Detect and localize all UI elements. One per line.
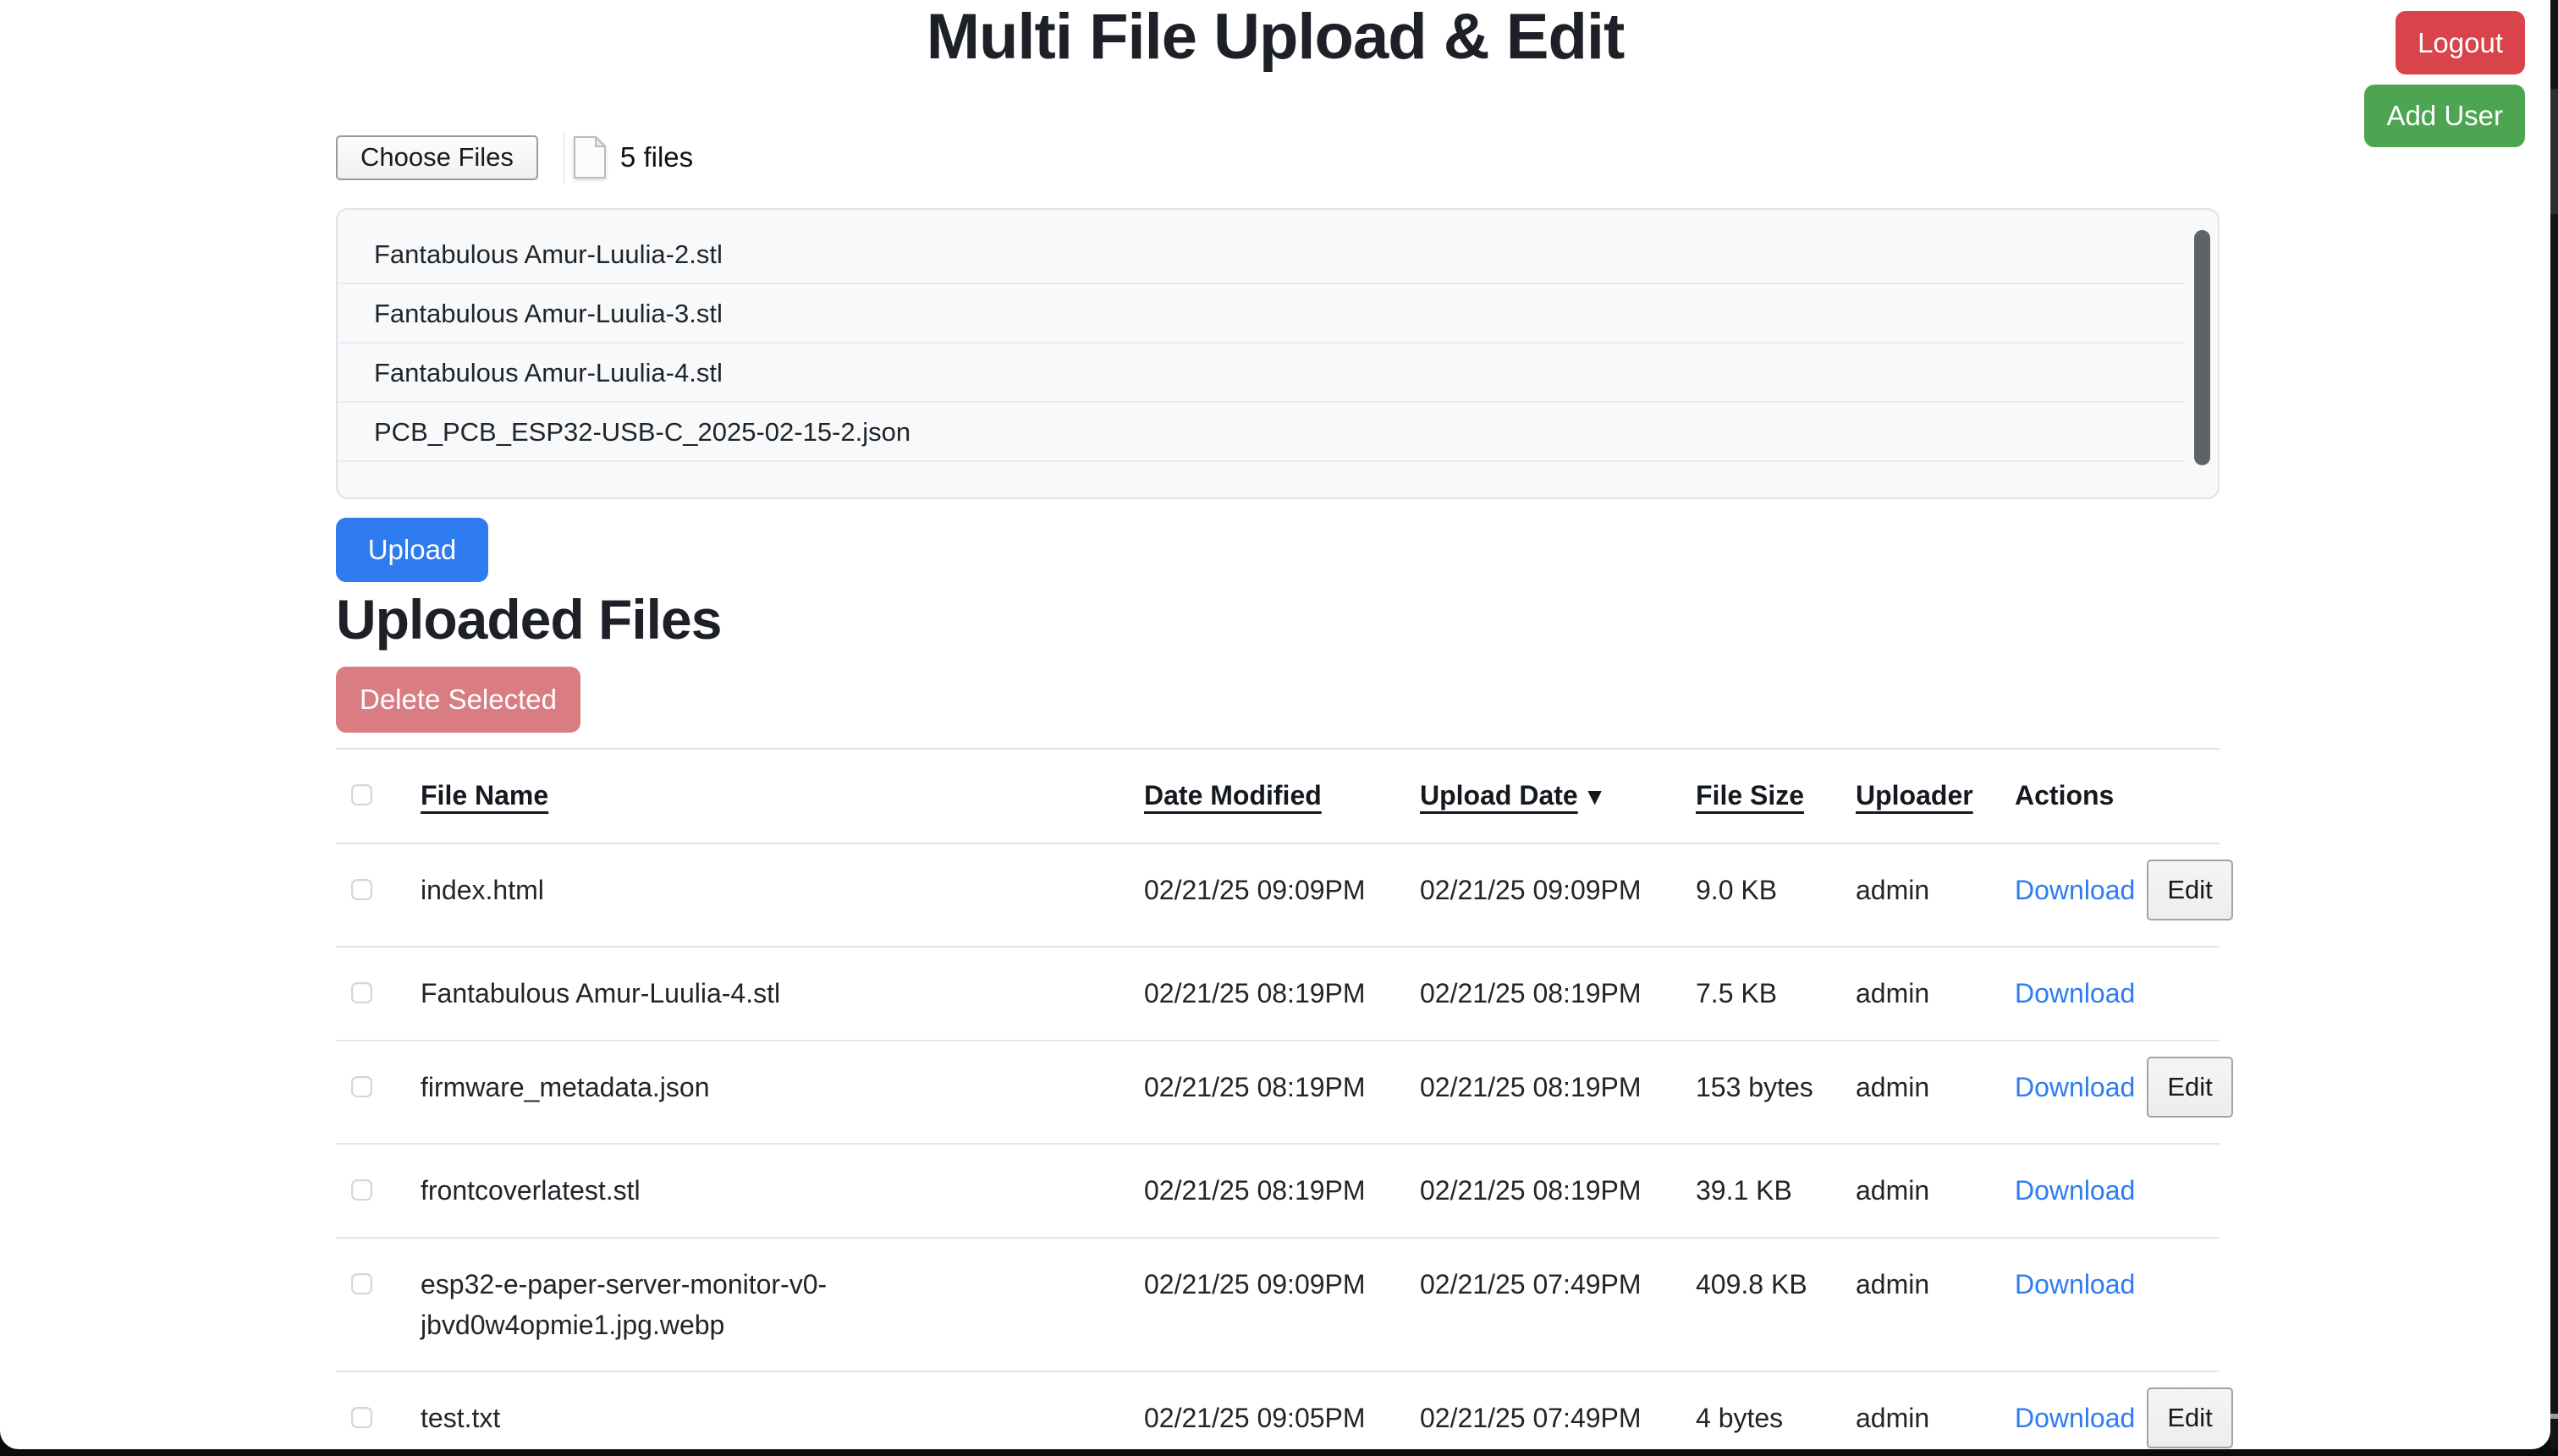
upload-date: 02/21/25 07:49PM xyxy=(1420,1372,1696,1449)
edit-button[interactable]: Edit xyxy=(2147,1387,2232,1448)
row-checkbox[interactable] xyxy=(351,879,372,900)
window-scrollbar[interactable] xyxy=(2550,0,2558,1456)
file-size: 4 bytes xyxy=(1696,1372,1856,1449)
document-icon xyxy=(573,135,607,179)
uploader: admin xyxy=(1856,844,2015,946)
uploader: admin xyxy=(1856,1041,2015,1143)
download-link[interactable]: Download xyxy=(2015,1067,2135,1107)
file-preview: 5 files xyxy=(564,132,693,183)
row-checkbox[interactable] xyxy=(351,1273,372,1294)
upload-date: 02/21/25 08:19PM xyxy=(1420,948,1696,1040)
uploader: admin xyxy=(1856,1239,2015,1371)
table-row: test.txt 02/21/25 09:05PM 02/21/25 07:49… xyxy=(336,1372,2220,1449)
add-user-button[interactable]: Add User xyxy=(2364,85,2525,147)
date-modified: 02/21/25 08:19PM xyxy=(1144,1041,1420,1143)
upload-date: 02/21/25 08:19PM xyxy=(1420,1145,1696,1237)
date-modified: 02/21/25 09:09PM xyxy=(1144,844,1420,946)
select-all-checkbox[interactable] xyxy=(351,784,372,805)
window-bottom-edge xyxy=(0,1449,2558,1456)
file-name: test.txt xyxy=(421,1372,1144,1449)
list-item[interactable]: Fantabulous Amur-Luulia-2.stl xyxy=(338,225,2184,284)
row-checkbox[interactable] xyxy=(351,1076,372,1097)
upload-button[interactable]: Upload xyxy=(336,518,488,582)
download-link[interactable]: Download xyxy=(2015,870,2135,910)
row-checkbox[interactable] xyxy=(351,1179,372,1201)
column-header-upload-date[interactable]: Upload Date▼ xyxy=(1420,750,1696,843)
uploader: admin xyxy=(1856,1372,2015,1449)
download-link[interactable]: Download xyxy=(2015,1398,2135,1438)
list-item[interactable]: Fantabulous Amur-Luulia-4.stl xyxy=(338,343,2184,403)
date-modified: 02/21/25 08:19PM xyxy=(1144,948,1420,1040)
file-name: esp32-e-paper-server-monitor-v0-jbvd0w4o… xyxy=(421,1239,1144,1371)
file-name: firmware_metadata.json xyxy=(421,1041,1144,1143)
page-title: Multi File Upload & Edit xyxy=(0,0,2550,71)
file-size: 39.1 KB xyxy=(1696,1145,1856,1237)
table-row: frontcoverlatest.stl 02/21/25 08:19PM 02… xyxy=(336,1145,2220,1239)
date-modified: 02/21/25 09:09PM xyxy=(1144,1239,1420,1371)
upload-date: 02/21/25 07:49PM xyxy=(1420,1239,1696,1371)
upload-date: 02/21/25 09:09PM xyxy=(1420,844,1696,946)
delete-selected-button[interactable]: Delete Selected xyxy=(336,667,580,733)
column-header-actions: Actions xyxy=(2015,750,2220,843)
selected-files-list[interactable]: Fantabulous Amur-Luulia-2.stl Fantabulou… xyxy=(336,208,2220,499)
row-checkbox[interactable] xyxy=(351,1407,372,1428)
table-row: Fantabulous Amur-Luulia-4.stl 02/21/25 0… xyxy=(336,948,2220,1041)
column-header-uploader[interactable]: Uploader xyxy=(1856,750,2015,843)
window-scrollbar-thumb[interactable] xyxy=(2550,89,2558,214)
files-table: File Name Date Modified Upload Date▼ Fil… xyxy=(336,748,2220,1449)
column-header-date-modified[interactable]: Date Modified xyxy=(1144,750,1420,843)
table-row: firmware_metadata.json 02/21/25 08:19PM … xyxy=(336,1041,2220,1145)
file-input[interactable]: Choose Files 5 files xyxy=(336,134,693,181)
file-name: Fantabulous Amur-Luulia-4.stl xyxy=(421,948,1144,1040)
file-size: 409.8 KB xyxy=(1696,1239,1856,1371)
file-size: 153 bytes xyxy=(1696,1041,1856,1143)
download-link[interactable]: Download xyxy=(2015,1170,2135,1211)
edit-button[interactable]: Edit xyxy=(2147,860,2232,920)
list-item[interactable]: Fantabulous Amur-Luulia-3.stl xyxy=(338,284,2184,343)
file-count-label: 5 files xyxy=(620,141,693,173)
download-link[interactable]: Download xyxy=(2015,1264,2135,1305)
list-item[interactable]: PCB_PCB_ESP32-USB-C_2025-02-15-2.json xyxy=(338,403,2184,462)
uploaded-files-heading: Uploaded Files xyxy=(336,587,721,651)
row-checkbox[interactable] xyxy=(351,982,372,1003)
sort-descending-icon: ▼ xyxy=(1583,777,1607,817)
file-name: frontcoverlatest.stl xyxy=(421,1145,1144,1237)
header-checkbox-cell xyxy=(336,750,421,843)
file-size: 9.0 KB xyxy=(1696,844,1856,946)
table-row: esp32-e-paper-server-monitor-v0-jbvd0w4o… xyxy=(336,1239,2220,1372)
choose-files-button[interactable]: Choose Files xyxy=(336,135,538,180)
window-scrollbar-end xyxy=(2550,1414,2558,1419)
uploader: admin xyxy=(1856,1145,2015,1237)
table-row: index.html 02/21/25 09:09PM 02/21/25 09:… xyxy=(336,844,2220,948)
file-size: 7.5 KB xyxy=(1696,948,1856,1040)
list-scrollbar-thumb[interactable] xyxy=(2194,230,2210,465)
download-link[interactable]: Download xyxy=(2015,973,2135,1014)
uploader: admin xyxy=(1856,948,2015,1040)
column-header-file-name[interactable]: File Name xyxy=(421,750,1144,843)
top-buttons: Logout Add User xyxy=(2364,11,2525,147)
date-modified: 02/21/25 08:19PM xyxy=(1144,1145,1420,1237)
file-name: index.html xyxy=(421,844,1144,946)
column-header-file-size[interactable]: File Size xyxy=(1696,750,1856,843)
logout-button[interactable]: Logout xyxy=(2396,11,2525,74)
date-modified: 02/21/25 09:05PM xyxy=(1144,1372,1420,1449)
app-window: Multi File Upload & Edit Logout Add User… xyxy=(0,0,2550,1449)
upload-date: 02/21/25 08:19PM xyxy=(1420,1041,1696,1143)
edit-button[interactable]: Edit xyxy=(2147,1057,2232,1118)
table-header-row: File Name Date Modified Upload Date▼ Fil… xyxy=(336,748,2220,844)
